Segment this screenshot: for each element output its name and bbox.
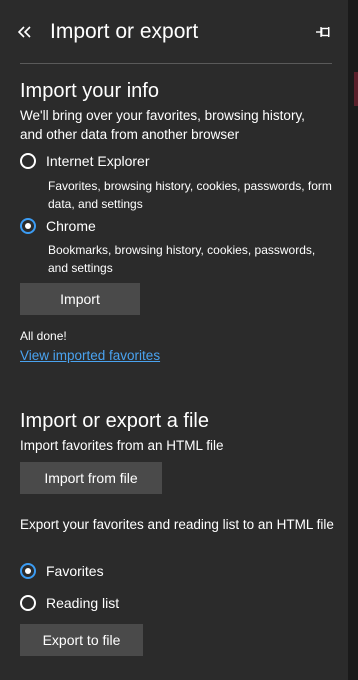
radio-internet-explorer[interactable]: Internet Explorer: [20, 153, 150, 169]
radio-button[interactable]: [20, 595, 36, 611]
radio-button[interactable]: [20, 563, 36, 579]
panel-title: Import or export: [50, 20, 199, 43]
import-button[interactable]: Import: [20, 283, 140, 315]
header-divider: [20, 63, 332, 64]
pin-button[interactable]: [310, 20, 338, 44]
export-description: Export your favorites and reading list t…: [20, 517, 334, 532]
import-info-description: We'll bring over your favorites, browsin…: [20, 108, 305, 142]
radio-description: Favorites, browsing history, cookies, pa…: [48, 179, 332, 211]
radio-reading-list[interactable]: Reading list: [20, 595, 119, 611]
radio-button[interactable]: [20, 153, 36, 169]
radio-chrome[interactable]: Chrome: [20, 218, 96, 234]
radio-label: Reading list: [46, 595, 120, 611]
radio-label: Favorites: [46, 563, 104, 579]
radio-label: Chrome: [46, 218, 96, 234]
export-to-file-button[interactable]: Export to file: [20, 624, 143, 656]
import-file-description: Import favorites from an HTML file: [20, 438, 224, 453]
radio-label: Internet Explorer: [46, 153, 150, 169]
panel-header: Import or export: [0, 0, 348, 64]
view-imported-favorites-link[interactable]: View imported favorites: [20, 348, 160, 363]
file-section-heading: Import or export a file: [20, 410, 209, 432]
radio-description: Bookmarks, browsing history, cookies, pa…: [48, 243, 316, 275]
background-accent: [354, 72, 358, 106]
window-edge: [348, 0, 358, 680]
import-from-file-button[interactable]: Import from file: [20, 462, 162, 494]
import-export-panel: Import or export Import your info We'll …: [0, 0, 348, 680]
radio-button[interactable]: [20, 218, 36, 234]
pin-icon: [316, 27, 330, 37]
double-chevron-left-icon: [18, 26, 31, 38]
import-info-heading: Import your info: [20, 80, 159, 102]
radio-favorites[interactable]: Favorites: [20, 563, 104, 579]
status-text: All done!: [20, 329, 67, 343]
back-button[interactable]: [12, 18, 38, 46]
